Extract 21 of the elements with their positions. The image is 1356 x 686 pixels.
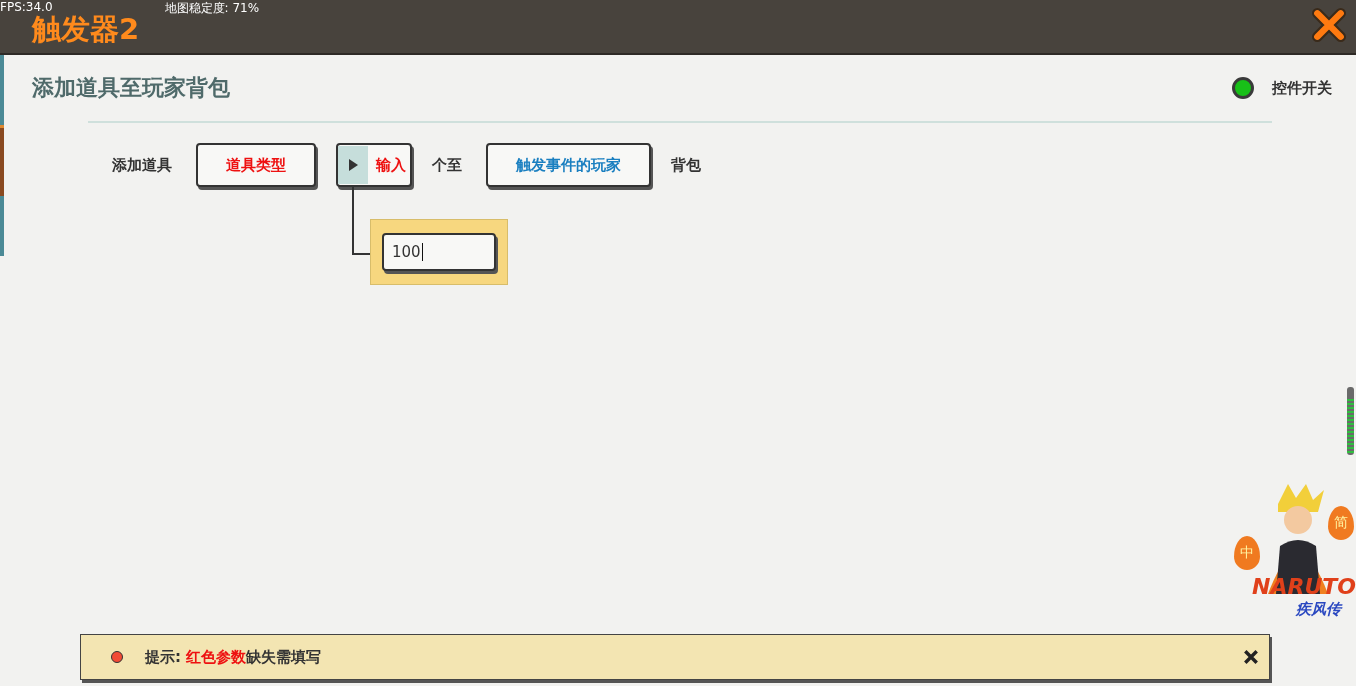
parameter-button[interactable]: 触发事件的玩家 (486, 143, 651, 187)
parameter-button[interactable]: 道具类型 (196, 143, 316, 187)
statement-text: 添加道具 (112, 155, 172, 175)
input-method-widget[interactable]: 中 简 NARUTO 疾风传 (1232, 484, 1356, 624)
status-dot-icon (111, 651, 123, 663)
close-icon[interactable] (1312, 8, 1346, 42)
toggle-label: 控件开关 (1272, 78, 1332, 98)
panel-heading: 添加道具至玩家背包 (32, 74, 230, 102)
hint-text: 提示: 红色参数缺失需填写 (145, 647, 323, 667)
toggle-switch[interactable] (1232, 77, 1254, 99)
statement-text: 背包 (671, 155, 701, 175)
statement-text: 个至 (432, 155, 462, 175)
close-icon[interactable] (1243, 649, 1259, 665)
number-input-field[interactable]: 100 (382, 233, 496, 271)
skin-subtitle: 疾风传 (1296, 600, 1341, 619)
expand-icon (348, 159, 358, 171)
layout-badge[interactable]: 简 (1328, 506, 1354, 540)
input-parameter-button[interactable]: 输入 (336, 143, 412, 187)
map-stability: 地图稳定度: 71% (164, 0, 260, 17)
mode-badge[interactable]: 中 (1234, 536, 1260, 570)
skin-logo: NARUTO (1252, 574, 1356, 599)
